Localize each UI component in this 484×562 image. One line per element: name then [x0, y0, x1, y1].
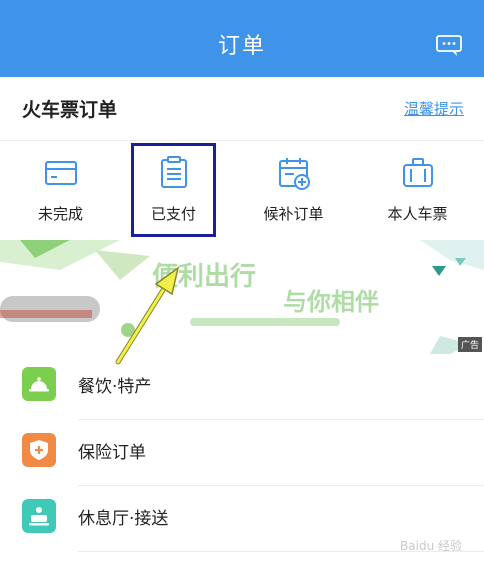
- list-item-catering[interactable]: 餐饮·特产: [0, 354, 484, 420]
- watermark: Baidu 经验: [400, 539, 462, 553]
- card-icon: [44, 161, 77, 185]
- tab-my-tickets[interactable]: 本人车票: [357, 141, 478, 240]
- highlight-box: [131, 143, 216, 237]
- order-tabs: 未完成 已支付 候补订单 本人车票: [0, 141, 484, 240]
- calendar-plus-icon: [278, 158, 310, 190]
- banner-headline: 便利出行: [152, 262, 257, 292]
- chat-bubble-icon[interactable]: [436, 35, 462, 57]
- list-item-label: 餐饮·特产: [78, 377, 152, 397]
- tab-label: 未完成: [37, 205, 83, 223]
- ad-label: 广告: [457, 337, 482, 352]
- top-bar: 订单: [0, 0, 484, 77]
- lounge-icon: [22, 499, 56, 533]
- banner-subline: 与你相伴: [283, 288, 379, 316]
- tab-label: 本人车票: [387, 205, 448, 223]
- tips-link[interactable]: 温馨提示: [404, 98, 464, 119]
- tab-waitlist[interactable]: 候补订单: [233, 141, 354, 240]
- service-list: 餐饮·特产 保险订单 休息厅·接送: [0, 354, 484, 552]
- tab-label: 候补订单: [263, 205, 324, 223]
- list-item-label: 休息厅·接送: [78, 509, 169, 529]
- page-title: 订单: [217, 34, 266, 59]
- section-title: 火车票订单: [22, 99, 118, 121]
- tab-unfinished[interactable]: 未完成: [0, 141, 121, 240]
- list-item-label: 保险订单: [78, 443, 146, 463]
- ad-banner[interactable]: 便利出行 与你相伴 广告: [0, 240, 484, 354]
- suitcase-icon: [402, 158, 433, 187]
- service-bell-icon: [22, 367, 56, 401]
- shield-plus-icon: [22, 433, 56, 467]
- list-item-insurance[interactable]: 保险订单: [0, 420, 484, 486]
- section-header: 火车票订单 温馨提示: [0, 77, 484, 141]
